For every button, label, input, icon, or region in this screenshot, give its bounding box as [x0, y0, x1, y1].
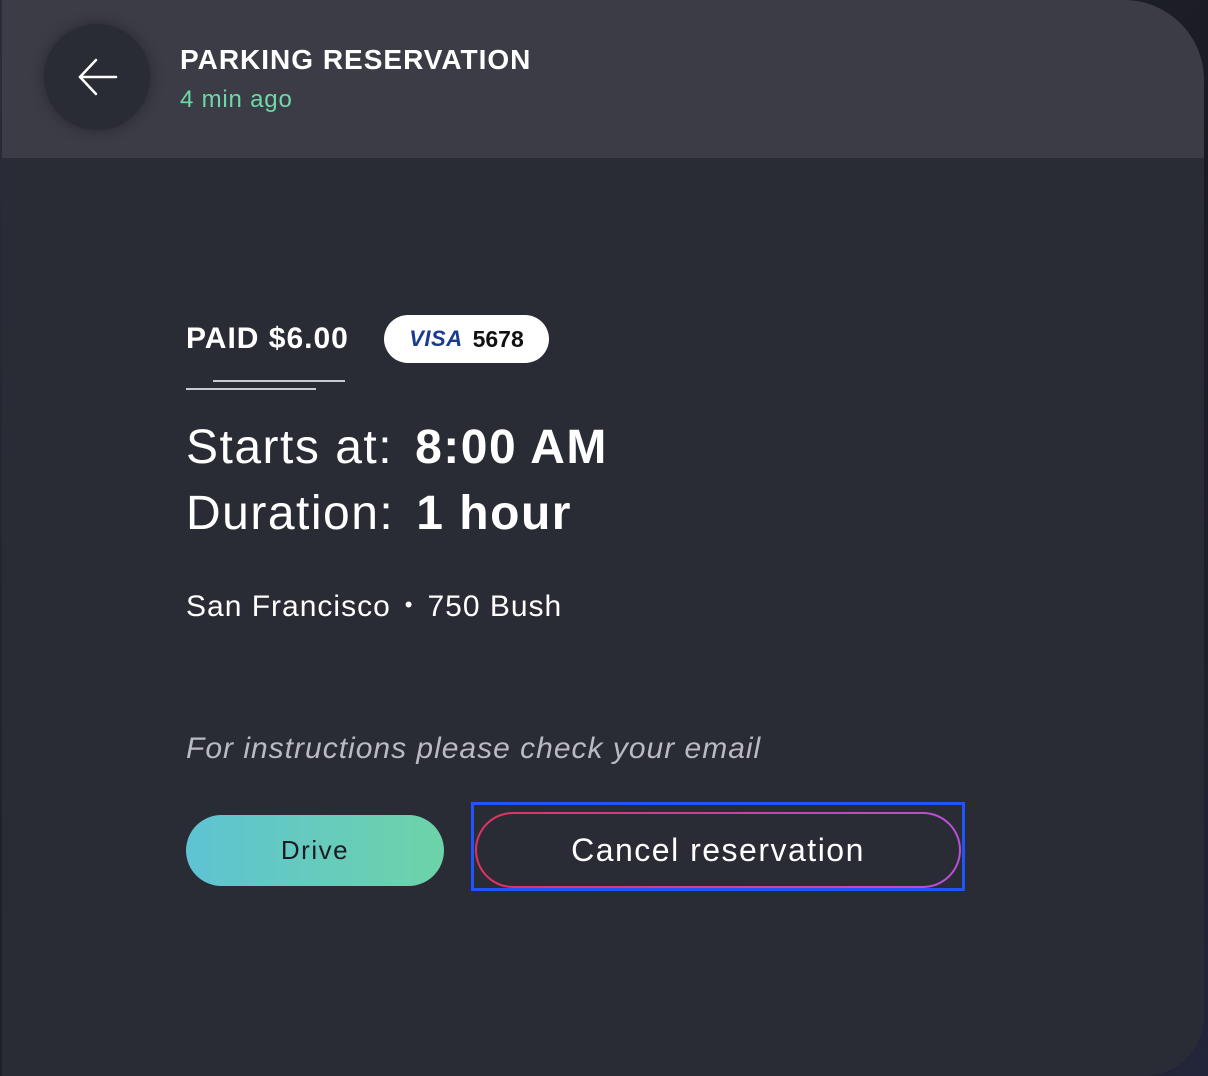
location-separator: • — [404, 592, 414, 617]
location-city: San Francisco — [186, 590, 391, 623]
cancel-reservation-label: Cancel reservation — [477, 814, 959, 886]
back-button[interactable] — [44, 24, 150, 130]
visa-logo: VISA — [409, 326, 463, 351]
start-time-label: Starts at: — [186, 421, 394, 474]
duration-value: 1 hour — [416, 487, 572, 540]
duration-row: Duration: 1 hour — [186, 486, 572, 541]
location-address: 750 Bush — [427, 590, 563, 623]
page-title: PARKING RESERVATION — [180, 44, 532, 75]
drive-button[interactable]: Drive — [186, 815, 444, 886]
divider-line — [186, 388, 316, 390]
reservation-panel: PARKING RESERVATION 4 min ago PAID $6.00… — [2, 0, 1204, 1076]
start-time-row: Starts at: 8:00 AM — [186, 420, 608, 475]
divider-line — [213, 380, 345, 382]
start-time-value: 8:00 AM — [415, 421, 608, 474]
card-last4: 5678 — [472, 325, 524, 352]
duration-label: Duration: — [186, 487, 395, 540]
payment-card-badge: VISA 5678 — [384, 315, 549, 363]
location: San Francisco • 750 Bush — [186, 590, 562, 624]
timestamp: 4 min ago — [180, 86, 293, 113]
header-bar: PARKING RESERVATION 4 min ago — [2, 0, 1204, 158]
paid-amount: PAID $6.00 — [186, 322, 349, 355]
cancel-reservation-button[interactable]: Cancel reservation — [475, 812, 961, 888]
instructions-text: For instructions please check your email — [186, 732, 762, 765]
arrow-left-icon — [78, 58, 118, 96]
